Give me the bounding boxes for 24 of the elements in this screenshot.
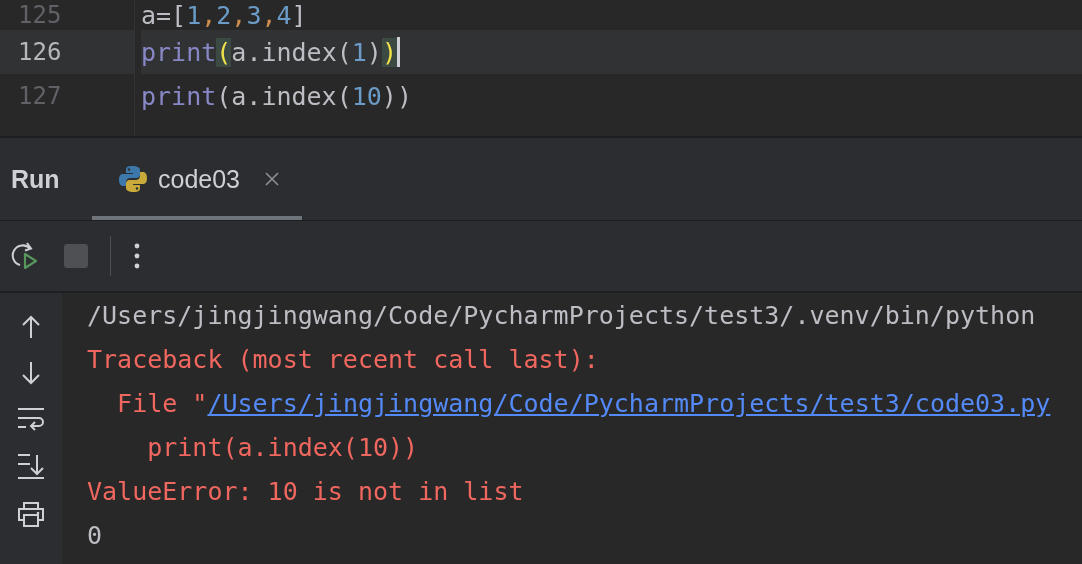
console-line: /Users/jingjingwang/Code/PycharmProjects/test3/.venv/bin/python	[87, 299, 1037, 332]
soft-wrap-icon[interactable]	[17, 407, 45, 431]
up-arrow-icon[interactable]	[21, 315, 41, 339]
down-arrow-icon[interactable]	[21, 361, 41, 385]
more-icon[interactable]	[133, 242, 141, 270]
python-file-icon	[118, 164, 148, 194]
close-icon[interactable]	[264, 171, 281, 187]
panel-title: Run	[11, 164, 61, 194]
scroll-to-end-icon[interactable]	[17, 453, 45, 479]
console-line: print(a.index(10))	[146, 431, 420, 464]
line-number: 125	[18, 1, 62, 29]
console-line: File "/Users/jingjingwang/Code/PycharmProjects/test3/code03.py	[116, 387, 1052, 420]
line-number: 126	[18, 38, 62, 66]
console-line: 0	[87, 519, 104, 552]
console-line: ValueError: 10 is not in list	[87, 475, 525, 508]
file-link[interactable]: /Users/jingjingwang/Code/PycharmProjects/test3/code03.py	[207, 388, 1051, 418]
run-tab[interactable]: code03	[92, 138, 303, 220]
code-line: a=[1,2,3,4]	[141, 0, 307, 30]
console-line: Traceback (most recent call last):	[87, 343, 600, 376]
code-line: print(a.index(10))	[141, 81, 412, 111]
print-icon[interactable]	[17, 501, 45, 527]
text-caret	[396, 37, 400, 67]
line-number: 127	[18, 82, 62, 110]
code-line: print(a.index(1))	[141, 37, 397, 67]
